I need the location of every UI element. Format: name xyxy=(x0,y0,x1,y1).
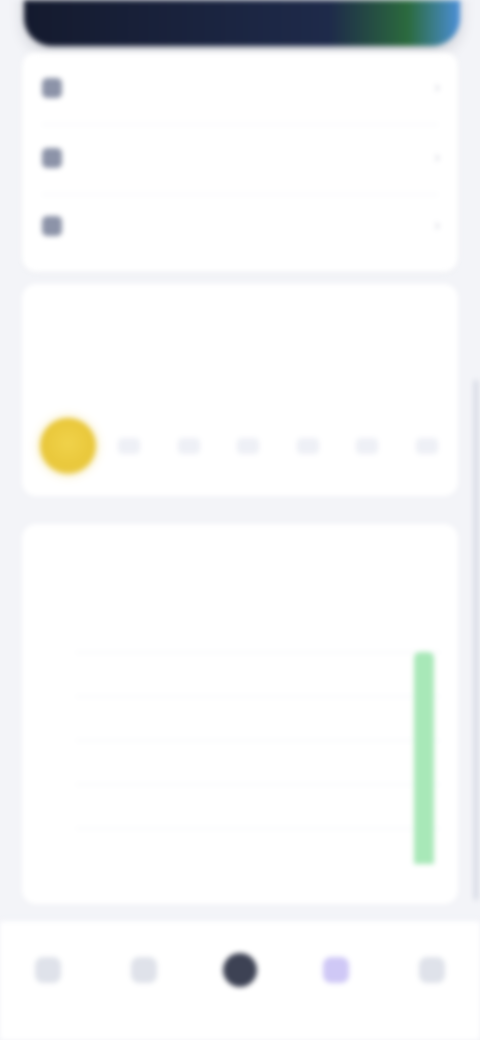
grid-line xyxy=(76,784,440,785)
home-icon xyxy=(223,953,257,987)
document-icon xyxy=(42,78,62,98)
help-icon xyxy=(42,216,62,236)
grid-line xyxy=(76,652,440,653)
profile-icon xyxy=(419,957,445,983)
chevron-right-icon: › xyxy=(434,217,440,234)
scrollbar[interactable] xyxy=(474,380,478,900)
menu-item-2[interactable]: › xyxy=(22,124,458,192)
sun-icon xyxy=(40,418,96,474)
chevron-right-icon: › xyxy=(434,149,440,166)
day-marker xyxy=(296,438,319,454)
streak-card xyxy=(22,284,458,496)
menu-card: › › › xyxy=(22,52,458,272)
day-marker xyxy=(415,438,438,454)
header-banner xyxy=(24,0,460,46)
streak-days xyxy=(118,436,438,456)
chart-bar xyxy=(414,652,434,864)
tab-home[interactable] xyxy=(210,953,270,995)
day-marker xyxy=(356,438,379,454)
tab-profile[interactable] xyxy=(402,957,462,991)
star-icon xyxy=(323,957,349,983)
chevron-right-icon: › xyxy=(434,79,440,96)
grid-line xyxy=(76,740,440,741)
tab-chat[interactable] xyxy=(18,957,78,991)
settings-icon xyxy=(42,148,62,168)
day-marker xyxy=(118,438,140,454)
grid-line xyxy=(76,696,440,697)
bell-icon xyxy=(131,957,157,983)
day-marker xyxy=(237,438,260,454)
menu-item-1[interactable]: › xyxy=(22,54,458,122)
tab-favorites[interactable] xyxy=(306,957,366,991)
screen: › › › xyxy=(0,0,480,1040)
day-marker xyxy=(177,438,200,454)
bottom-tab-bar xyxy=(0,920,480,1040)
chat-icon xyxy=(35,957,61,983)
tab-notifications[interactable] xyxy=(114,957,174,991)
activity-chart-card xyxy=(22,524,458,904)
grid-line xyxy=(76,828,440,829)
menu-item-3[interactable]: › xyxy=(22,192,458,260)
